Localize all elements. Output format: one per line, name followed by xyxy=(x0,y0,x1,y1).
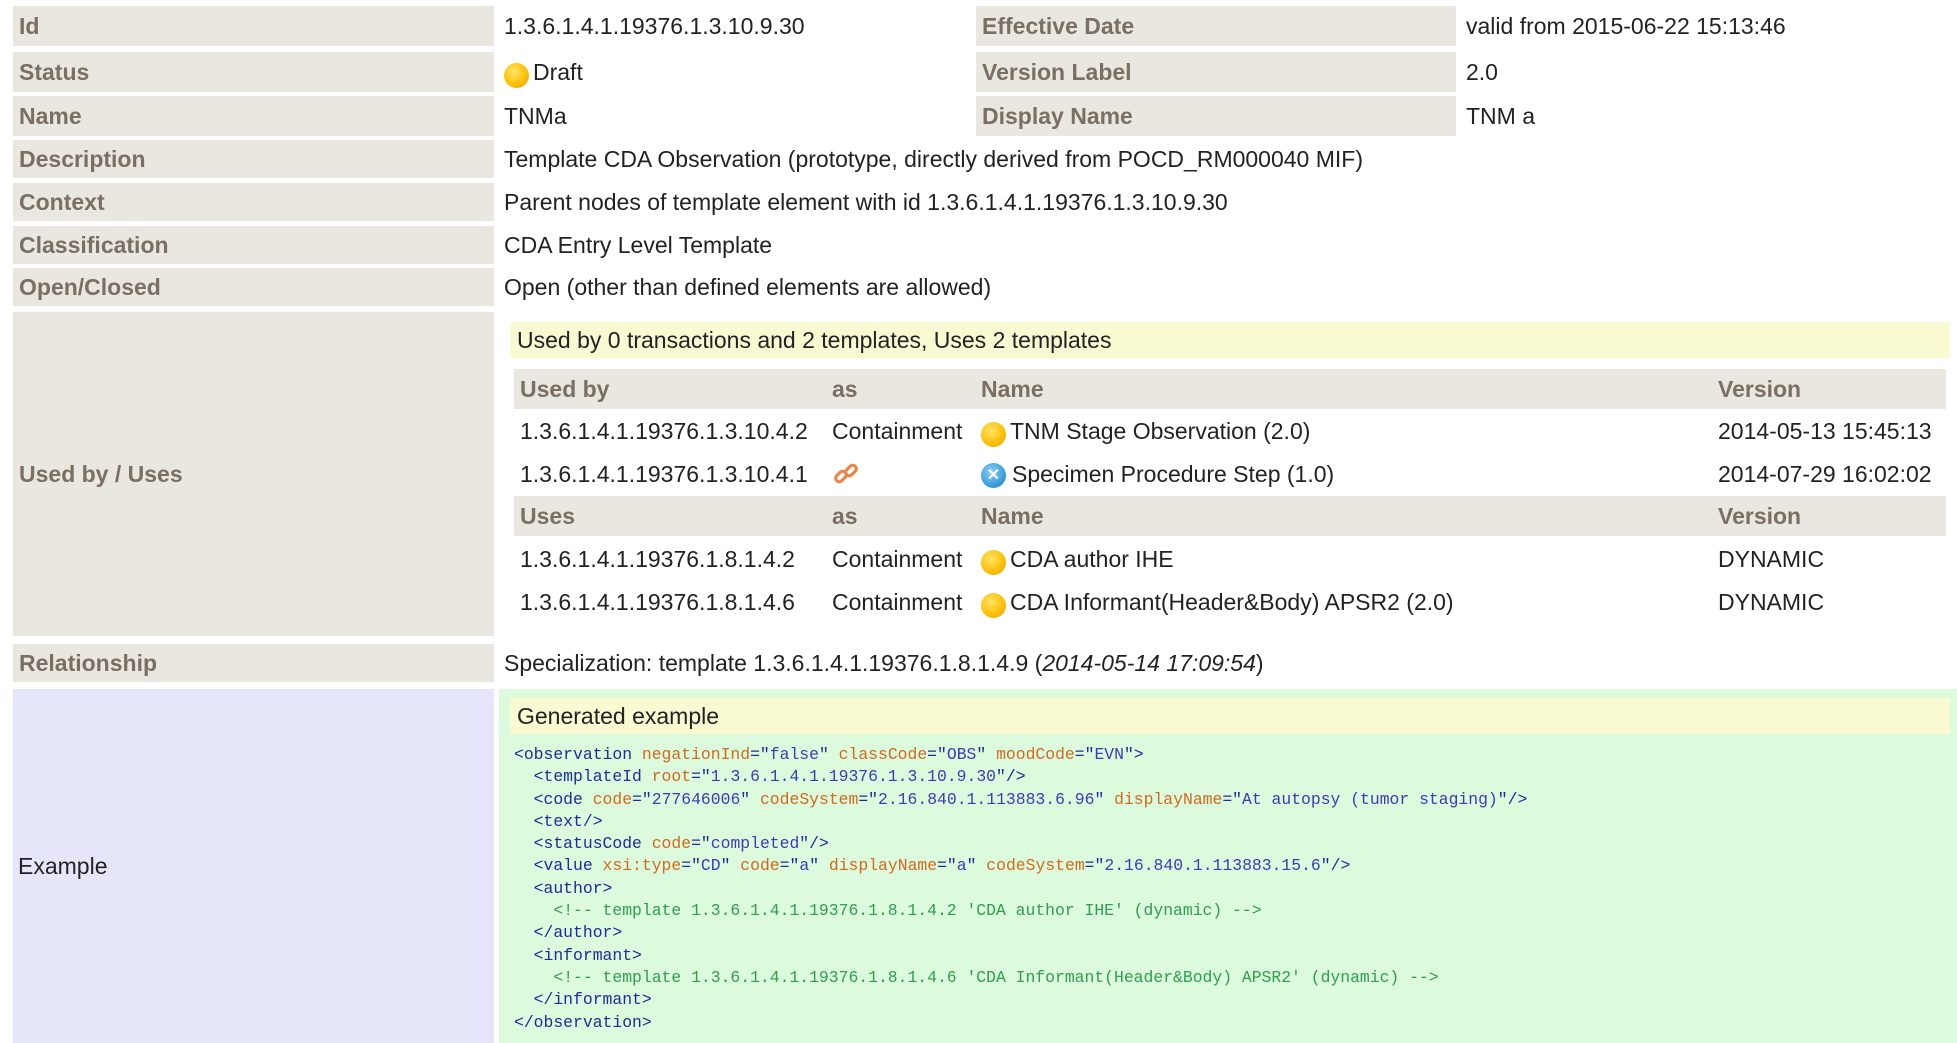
example-label: Example xyxy=(13,689,494,1043)
draft-status-icon xyxy=(981,592,1006,618)
used-by-row-version: 2014-05-13 15:45:13 xyxy=(1718,417,1932,444)
example-code-line: </author> xyxy=(514,923,623,943)
example-code-line: </informant> xyxy=(514,990,652,1010)
example-code-line: <!-- template 1.3.6.1.4.1.19376.1.8.1.4.… xyxy=(553,901,1262,921)
uses-row-id[interactable]: 1.3.6.1.4.1.19376.1.8.1.4.2 xyxy=(520,540,795,578)
uses-row-version: DYNAMIC xyxy=(1718,588,1825,615)
used-by-row-name-text: TNM Stage Observation (2.0) xyxy=(1010,417,1311,444)
open-closed-value: Open (other than defined elements are al… xyxy=(504,273,992,300)
id-label: Id xyxy=(13,6,494,46)
uses-row-name[interactable]: CDA Informant(Header&Body) APSR2 (2.0) xyxy=(981,583,1454,621)
relationship-prefix: Specialization: template 1.3.6.1.4.1.193… xyxy=(504,649,1043,676)
used-by-header-name: Name xyxy=(981,375,1044,402)
status-label: Status xyxy=(13,52,494,92)
effective-date-label: Effective Date xyxy=(976,6,1456,46)
context-value: Parent nodes of template element with id… xyxy=(504,188,1228,215)
used-by-row-name[interactable]: TNM Stage Observation (2.0) xyxy=(981,412,1310,450)
example-code-line: <observation negationInd="false" classCo… xyxy=(514,745,1144,764)
uses-header-id: Uses xyxy=(520,502,575,529)
uses-header-as: as xyxy=(832,502,858,529)
effective-date-value: valid from 2015-06-22 15:13:46 xyxy=(1466,12,1786,39)
display-name-label: Display Name xyxy=(976,96,1456,136)
open-closed-label: Open/Closed xyxy=(13,268,494,306)
description-label: Description xyxy=(13,140,494,178)
draft-status-icon xyxy=(981,549,1006,575)
example-code-line: <statusCode code="completed"/> xyxy=(514,834,829,854)
relationship-suffix: ) xyxy=(1255,649,1264,676)
used-by-summary: Used by 0 transactions and 2 templates, … xyxy=(510,322,1950,358)
used-by-header-as: as xyxy=(832,375,858,402)
draft-status-icon xyxy=(504,62,529,88)
used-by-row-id[interactable]: 1.3.6.1.4.1.19376.1.3.10.4.1 xyxy=(520,455,808,493)
example-code-line: <text/> xyxy=(514,811,603,831)
relationship-label: Relationship xyxy=(13,644,494,682)
used-by-header-version: Version xyxy=(1718,375,1802,402)
cancelled-status-icon: ✕ xyxy=(981,462,1006,488)
example-code-block: <observation negationInd="false" classCo… xyxy=(514,744,1527,1034)
uses-row-version: DYNAMIC xyxy=(1718,545,1825,572)
classification-label: Classification xyxy=(13,226,494,264)
uses-row-as: Containment xyxy=(832,588,963,615)
example-code-line: <code code="277646006" codeSystem="2.16.… xyxy=(514,789,1528,809)
version-label-value: 2.0 xyxy=(1466,58,1498,85)
used-by-row-version: 2014-07-29 16:02:02 xyxy=(1718,460,1932,487)
uses-row-as: Containment xyxy=(832,545,963,572)
version-label-label: Version Label xyxy=(976,52,1456,92)
name-label: Name xyxy=(13,96,494,136)
example-code-line: </observation> xyxy=(514,1012,652,1032)
example-code-line: <templateId root="1.3.6.1.4.1.19376.1.3.… xyxy=(514,767,1026,787)
used-by-uses-label: Used by / Uses xyxy=(13,312,494,636)
display-name-value: TNM a xyxy=(1466,102,1535,129)
id-value: 1.3.6.1.4.1.19376.1.3.10.9.30 xyxy=(504,12,805,39)
classification-value: CDA Entry Level Template xyxy=(504,231,773,258)
used-by-row-name-text: Specimen Procedure Step (1.0) xyxy=(1012,460,1335,487)
example-title: Generated example xyxy=(510,698,1950,734)
name-value: TNMa xyxy=(504,102,567,129)
status-text: Draft xyxy=(533,58,583,85)
used-by-header-id: Used by xyxy=(520,375,610,402)
example-code-line: <value xsi:type="CD" code="a" displayNam… xyxy=(514,856,1351,876)
relationship-date: 2014-05-14 17:09:54 xyxy=(1042,649,1256,676)
uses-row-name-text: CDA author IHE xyxy=(1010,545,1174,572)
uses-row-name[interactable]: CDA author IHE xyxy=(981,540,1174,578)
example-code-line: <author> xyxy=(514,878,613,898)
template-detail-page: Id 1.3.6.1.4.1.19376.1.3.10.9.30 Effecti… xyxy=(0,0,1957,1043)
status-value: Draft xyxy=(499,52,975,92)
example-code-line: <informant> xyxy=(514,945,642,965)
used-by-row-name[interactable]: ✕ Specimen Procedure Step (1.0) xyxy=(981,455,1334,493)
used-by-row-as[interactable] xyxy=(832,455,860,493)
used-by-row-id[interactable]: 1.3.6.1.4.1.19376.1.3.10.4.2 xyxy=(520,412,808,450)
context-label: Context xyxy=(13,183,494,221)
used-by-row-as: Containment xyxy=(832,417,963,444)
uses-header-version: Version xyxy=(1718,502,1802,529)
description-value: Template CDA Observation (prototype, dir… xyxy=(504,145,1363,172)
link-icon[interactable] xyxy=(832,460,860,488)
uses-header-name: Name xyxy=(981,502,1044,529)
uses-row-id[interactable]: 1.3.6.1.4.1.19376.1.8.1.4.6 xyxy=(520,583,795,621)
relationship-value: Specialization: template 1.3.6.1.4.1.193… xyxy=(499,644,1949,682)
uses-row-name-text: CDA Informant(Header&Body) APSR2 (2.0) xyxy=(1010,588,1454,615)
draft-status-icon xyxy=(981,421,1006,447)
example-code-line: <!-- template 1.3.6.1.4.1.19376.1.8.1.4.… xyxy=(553,967,1439,987)
